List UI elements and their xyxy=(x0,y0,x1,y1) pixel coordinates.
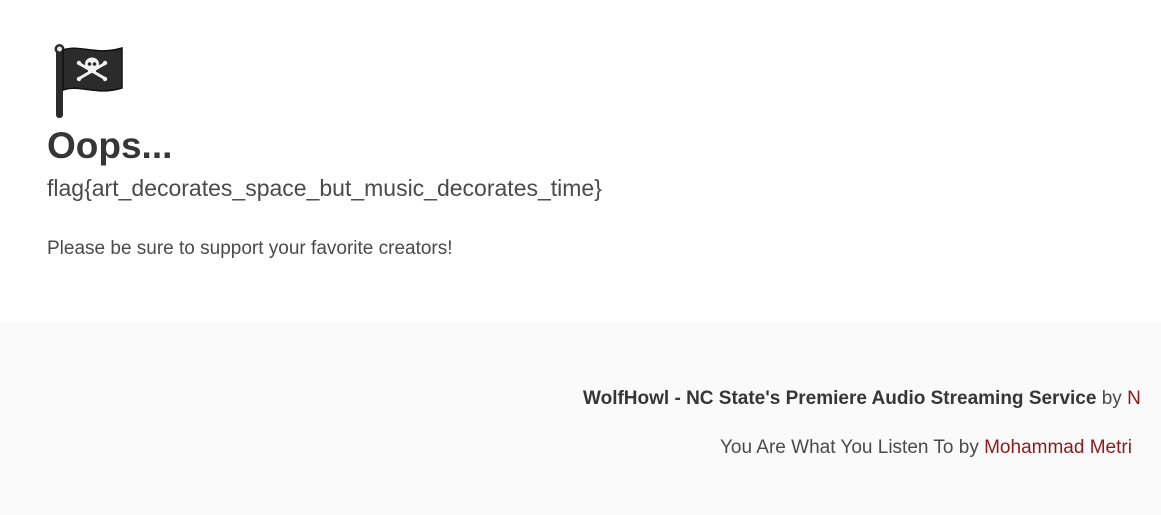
footer-tagline: You Are What You Listen To xyxy=(720,437,954,458)
tagline-author-link[interactable]: Mohammad Metri xyxy=(984,437,1132,458)
support-message: Please be sure to support your favorite … xyxy=(47,238,453,259)
flag-text: flag{art_decorates_space_but_music_decor… xyxy=(47,175,602,201)
pirate-flag-icon xyxy=(50,42,128,120)
footer-author-link[interactable]: N xyxy=(1127,388,1141,409)
footer-by-text: by xyxy=(1101,388,1122,409)
footer-tagline-line: You Are What You Listen To by Mohammad M… xyxy=(720,435,1132,461)
footer-tagline-by: by xyxy=(958,437,979,458)
footer-brand: WolfHowl - NC State's Premiere Audio Str… xyxy=(583,388,1097,409)
page-title: Oops... xyxy=(47,125,173,166)
main-section: Oops... flag{art_decorates_space_but_mus… xyxy=(0,0,1161,322)
footer: WolfHowl - NC State's Premiere Audio Str… xyxy=(0,322,1161,515)
footer-credit-line: WolfHowl - NC State's Premiere Audio Str… xyxy=(583,386,1141,412)
